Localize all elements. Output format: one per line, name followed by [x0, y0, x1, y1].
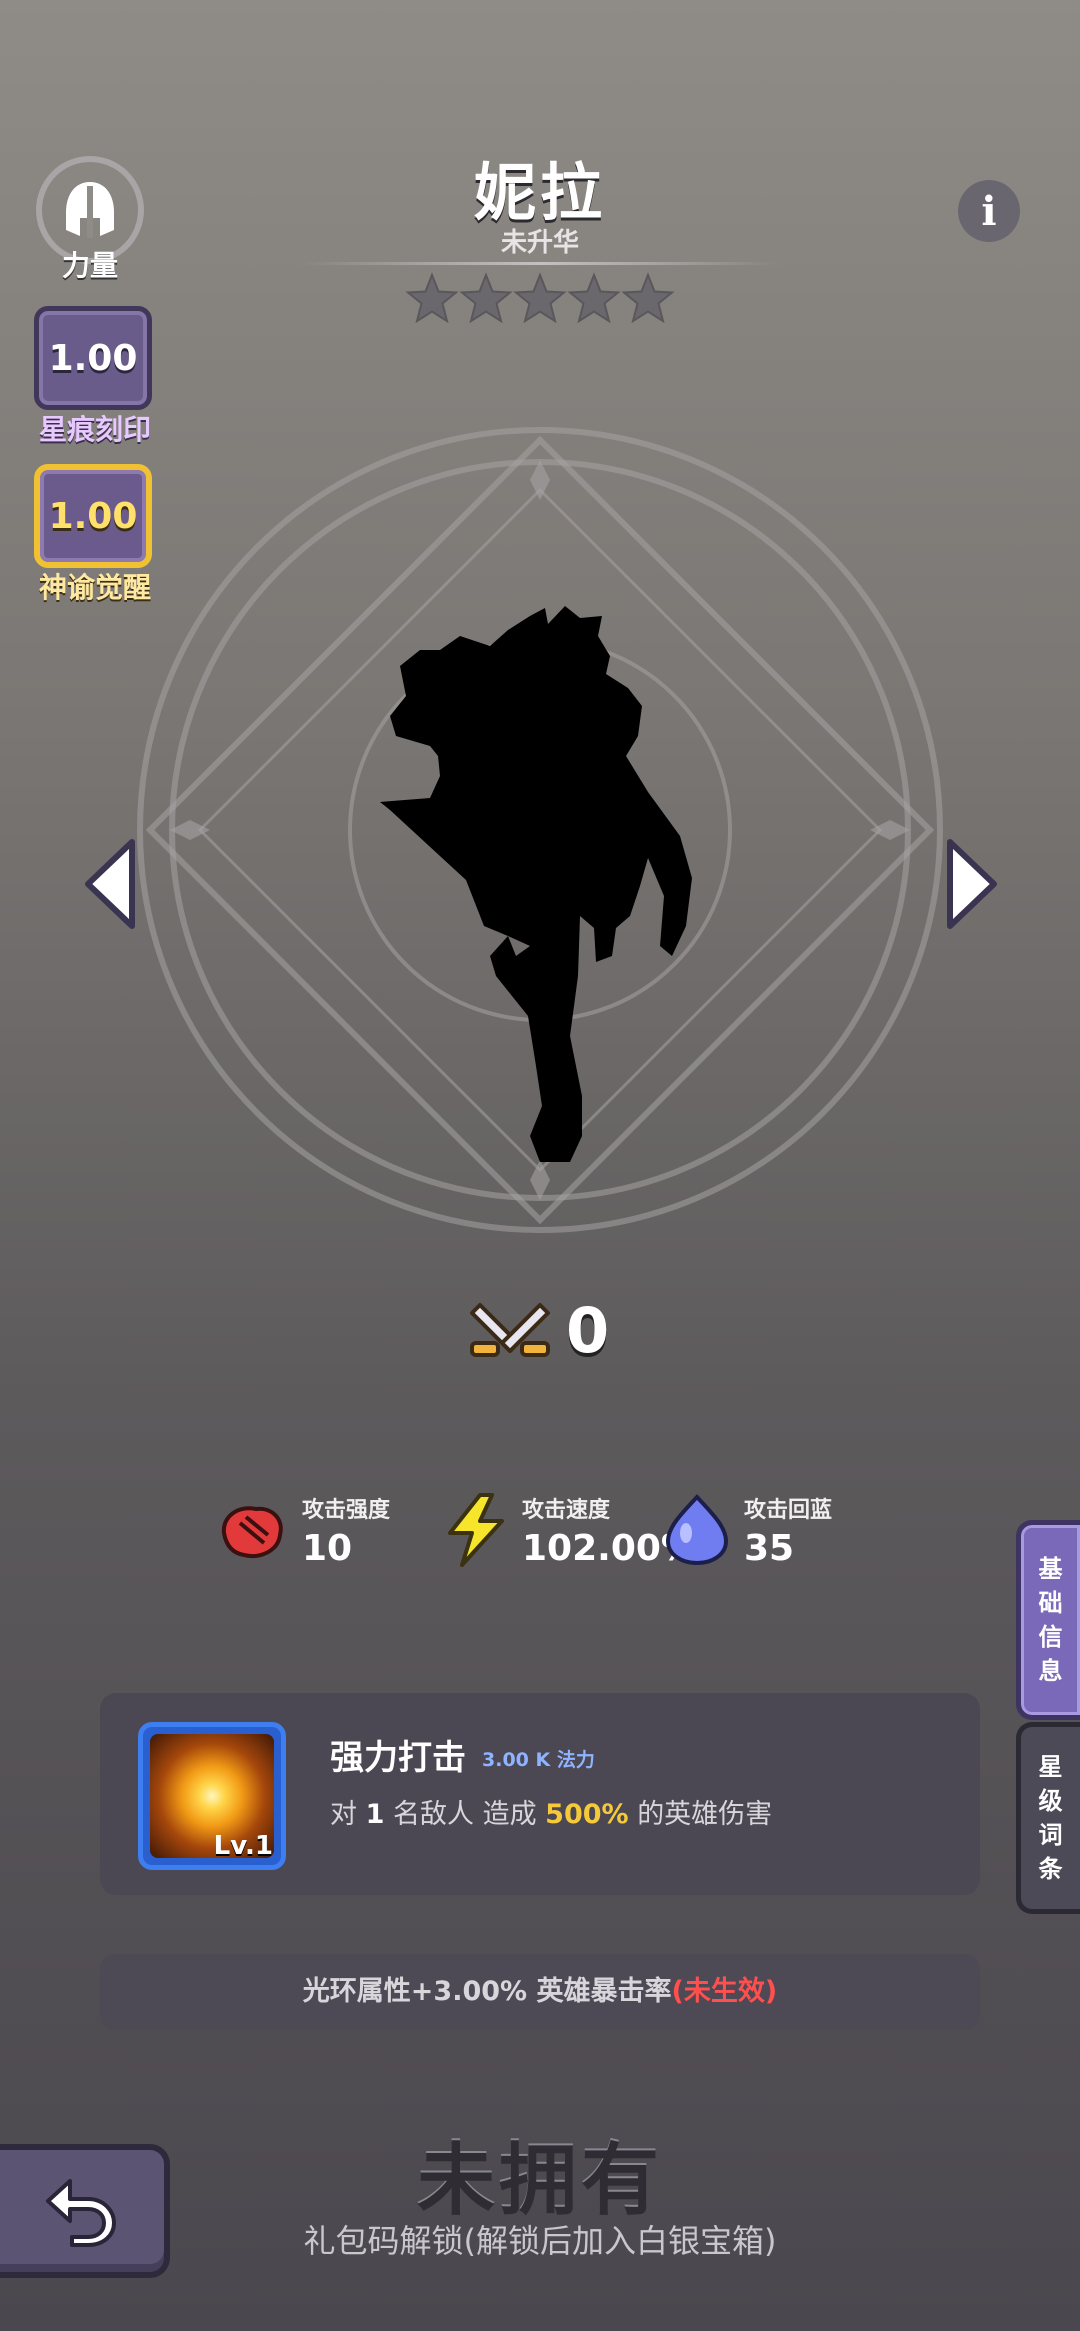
stat-label: 攻击强度: [302, 1497, 391, 1523]
aura-bonus: 光环属性+3.00% 英雄暴击率(未生效): [100, 1954, 980, 2030]
star-icon: [405, 272, 459, 324]
star-mark-value: 1.00: [48, 337, 138, 379]
skill-level: Lv.1: [213, 1831, 273, 1861]
stat-label: 攻击回蓝: [744, 1497, 833, 1523]
info-button[interactable]: i: [958, 180, 1020, 242]
ascension-status: 未升华: [500, 228, 579, 258]
ownership-status: 未拥有: [416, 2136, 663, 2226]
stat-value: 10: [302, 1527, 353, 1569]
mana-drop-icon: [665, 1494, 729, 1566]
unlock-hint: 礼包码解锁(解锁后加入白银宝箱): [303, 2222, 777, 2260]
oracle-awaken-value: 1.00: [48, 495, 138, 537]
tab-label: 星级词条: [1038, 1753, 1063, 1883]
aura-status: (未生效): [671, 1976, 778, 2007]
prev-hero-arrow[interactable]: [82, 836, 138, 932]
hero-silhouette: [380, 606, 692, 1162]
lightning-icon: [448, 1493, 504, 1567]
hero-name: 妮拉: [473, 156, 606, 229]
star-icon: [513, 272, 567, 324]
skill-description: 对 1 名敌人 造成 500% 的英雄伤害: [330, 1799, 773, 1830]
star-icon: [621, 272, 675, 324]
tab-basic-info[interactable]: 基础信息: [1016, 1520, 1080, 1720]
star-rating: [405, 272, 675, 332]
stat-value: 35: [744, 1527, 795, 1569]
skill-name: 强力打击: [330, 1738, 466, 1778]
skill-icon[interactable]: Lv.1: [138, 1722, 286, 1870]
tab-star-traits[interactable]: 星级词条: [1016, 1722, 1080, 1914]
fist-icon: [221, 1506, 283, 1558]
stat-attack-speed: 攻击速度 102.00%: [440, 1490, 697, 1570]
skill-cost: 3.00 K 法力: [482, 1749, 595, 1771]
star-icon: [567, 272, 621, 324]
combat-power-value: 0: [566, 1293, 610, 1367]
info-icon: i: [981, 187, 997, 235]
next-hero-arrow[interactable]: [944, 836, 1000, 932]
star-mark-badge[interactable]: 1.00: [34, 306, 152, 410]
stat-mana-regen: 攻击回蓝 35: [662, 1490, 832, 1570]
title-divider: [300, 262, 780, 265]
star-icon: [459, 272, 513, 324]
aura-text: 光环属性+3.00% 英雄暴击率: [302, 1976, 672, 2007]
tab-label: 基础信息: [1038, 1555, 1063, 1685]
crossed-swords-icon: [470, 1303, 550, 1357]
combat-power: 0: [470, 1290, 609, 1370]
stat-attack-power: 攻击强度 10: [216, 1490, 390, 1570]
